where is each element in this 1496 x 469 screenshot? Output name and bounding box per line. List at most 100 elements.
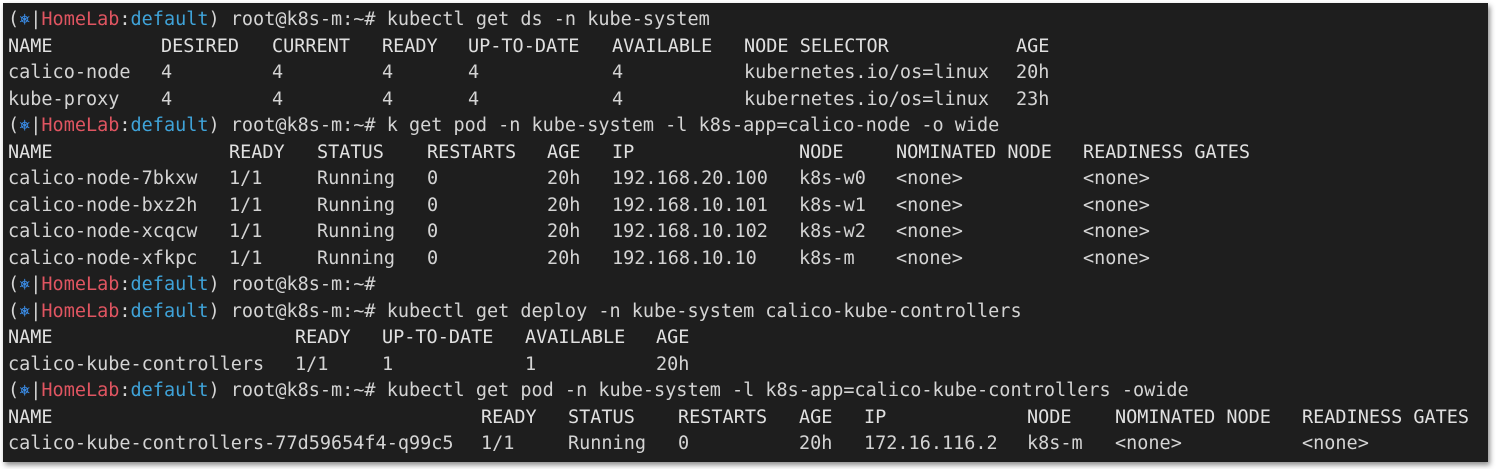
command-text: kubectl get deploy -n kube-system calico… [386,300,1022,322]
terminal-window[interactable]: (⎈|HomeLab:default) root@k8s-m:~# kubect… [3,3,1488,462]
kubernetes-helm-icon: ⎈ [19,115,31,136]
command-text: kubectl get pod -n kube-system -l k8s-ap… [386,380,1189,401]
column-header: NOMINATED NODE [1115,406,1271,428]
column-header: IP [864,406,887,428]
column-header: NOMINATED NODE [896,141,1052,163]
prompt-open-paren: ( [8,115,20,136]
table-cell: 4 [612,62,624,83]
table-cell: 0 [427,221,439,242]
table-cell: 20h [547,194,581,216]
prompt-user-host: root@k8s-m:~# [219,9,387,30]
prompt-separator: | [30,380,42,401]
table-cell: 20h [1016,62,1050,83]
table-cell: 1/1 [229,168,263,189]
table-cell: 4 [161,88,173,110]
prompt-namespace: default [130,115,209,136]
table-cell: Running [317,221,395,242]
prompt-colon: : [119,274,131,295]
prompt-open-paren: ( [8,274,20,295]
table-cell: <none> [896,168,963,189]
table-cell: k8s-m [1027,433,1083,454]
prompt-separator: | [30,9,42,30]
prompt-user-host: root@k8s-m:~# [219,300,387,322]
prompt-open-paren: ( [8,300,20,322]
table-row: calico-node-7bkxw 1/1 Running 0 20h 192.… [8,166,1488,193]
prompt-colon: : [119,300,131,322]
kubernetes-helm-icon: ⎈ [19,9,31,30]
prompt-user-host: root@k8s-m:~# [219,380,387,401]
table-cell: 1/1 [229,247,263,269]
table-cell: 23h [1016,88,1050,110]
column-header: AGE [1016,35,1050,57]
table-cell: 0 [427,168,439,189]
table-cell: k8s-w2 [799,221,866,242]
table-cell: 20h [547,168,581,189]
table-cell: 192.168.10.10 [612,247,757,269]
table-cell: <none> [1083,194,1150,216]
table-cell: <none> [896,194,963,216]
command-text: k get pod -n kube-system -l k8s-app=cali… [386,115,1000,136]
table-cell: calico-node-xfkpc [8,247,198,269]
column-header: RESTARTS [678,406,768,428]
table-cell: 1 [382,353,394,375]
column-header: STATUS [568,406,635,428]
column-header: DESIRED [161,35,239,57]
table-cell: 1/1 [295,353,329,375]
table-row: calico-kube-controllers 1/1 1 1 20h [8,352,1488,379]
table-cell: <none> [896,221,963,242]
table-cell: 20h [799,433,833,454]
table-cell: 4 [468,62,480,83]
table-cell: <none> [1302,433,1369,454]
column-header: RESTARTS [427,141,517,163]
column-header: CURRENT [272,35,350,57]
table-cell: 1/1 [229,194,263,216]
table-cell: kube-proxy [8,88,120,110]
column-header: NAME [8,141,53,163]
prompt-line-2: (⎈|HomeLab:default) root@k8s-m:~# k get … [8,113,1488,140]
prompt-namespace: default [130,9,209,30]
table-row: calico-node-xfkpc 1/1 Running 0 20h 192.… [8,246,1488,273]
table-header: NAME READY STATUS RESTARTS AGE IP NODE N… [8,140,1488,167]
prompt-close-paren: ) [208,300,220,322]
table-cell: 1 [525,353,537,375]
column-header: AVAILABLE [612,35,713,57]
table-header: NAME READY UP-TO-DATE AVAILABLE AGE [8,325,1488,352]
table-row: calico-kube-controllers-77d59654f4-q99c5… [8,431,1488,458]
command-text: kubectl get ds -n kube-system [386,9,710,30]
table-cell: 4 [272,62,284,83]
column-header: READY [229,141,285,163]
prompt-cluster: HomeLab [41,380,120,401]
table-cell: 4 [272,88,284,110]
prompt-cluster: HomeLab [41,274,120,295]
prompt-colon: : [119,380,131,401]
prompt-separator: | [30,274,42,295]
prompt-open-paren: ( [8,380,20,401]
table-cell: calico-node-bxz2h [8,194,198,216]
prompt-line-3: (⎈|HomeLab:default) root@k8s-m:~# [8,272,1488,299]
column-header: AGE [547,141,581,163]
column-header: STATUS [317,141,384,163]
table-cell: 4 [612,88,624,110]
table-cell: 20h [547,247,581,269]
table-cell: 1/1 [229,221,263,242]
prompt-close-paren: ) [208,9,220,30]
prompt-namespace: default [130,300,209,322]
column-header: AGE [656,327,690,348]
table-cell: <none> [1083,247,1150,269]
table-cell: 20h [547,221,581,242]
table-cell: calico-node-7bkxw [8,168,198,189]
table-header: NAME DESIRED CURRENT READY UP-TO-DATE AV… [8,34,1488,61]
prompt-line-5: (⎈|HomeLab:default) root@k8s-m:~# kubect… [8,378,1488,405]
table-cell: 192.168.10.101 [612,194,768,216]
table-cell: kubernetes.io/os=linux [744,88,990,110]
table-cell: k8s-w0 [799,168,866,189]
table-cell: <none> [1083,168,1150,189]
column-header: READY [295,327,351,348]
prompt-line-1: (⎈|HomeLab:default) root@k8s-m:~# kubect… [8,7,1488,34]
prompt-close-paren: ) [208,274,220,295]
table-cell: Running [317,168,395,189]
prompt-cluster: HomeLab [41,300,120,322]
table-cell: 172.16.116.2 [864,433,998,454]
table-cell: calico-node-xcqcw [8,221,198,242]
table-cell: kubernetes.io/os=linux [744,62,990,83]
